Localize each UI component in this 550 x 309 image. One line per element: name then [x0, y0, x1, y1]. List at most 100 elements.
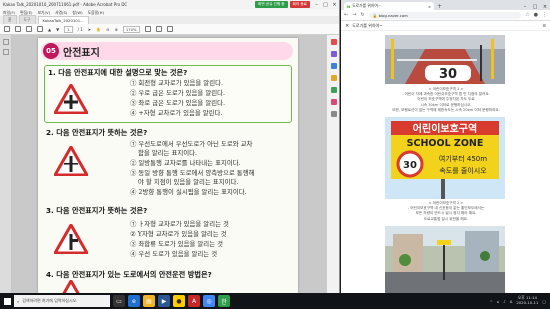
priority-road-sign-icon [54, 146, 88, 176]
more-tools-icon[interactable] [330, 111, 337, 117]
question-1-option-1: ① 회전형 교차로가 있음을 알린다. [130, 79, 223, 87]
page-number-field[interactable]: 1 [64, 25, 73, 33]
menu-help[interactable]: 도움말(H) [88, 10, 104, 16]
zoom-app-icon[interactable]: ▶ [158, 295, 170, 307]
sign-line-3: 여기부터 450m [439, 154, 487, 163]
pdf-toolbar: ▲ ▼ 1 / 1 ➤ ✋ ⊖ ⊕ 170% [0, 24, 339, 35]
comment-icon[interactable] [155, 26, 162, 32]
question-3-title: 3. 다음 안전표지가 뜻하는 것은? [46, 206, 148, 215]
create-pdf-icon[interactable] [330, 63, 337, 69]
star-icon[interactable]: ☆ [525, 12, 529, 18]
browser-close-icon[interactable]: × [540, 4, 550, 10]
fill-sign-icon[interactable] [330, 99, 337, 105]
zoom-in-icon[interactable]: ⊕ [114, 27, 117, 32]
screen-share-badge[interactable]: 화면 공유 진행 중 [255, 1, 288, 8]
back-icon[interactable]: ← [344, 12, 348, 18]
pdf-menubar: 파일(F) 편집(E) 보기(V) 서명(S) 창(W) 도움말(H) [0, 9, 339, 16]
organize-icon[interactable] [330, 87, 337, 93]
question-1-option-2: ② 우로 굽은 도로가 있음을 알린다. [130, 89, 226, 97]
blog-menu-icon[interactable]: ☰ [542, 23, 546, 28]
address-text: blog.naver.com [378, 12, 408, 18]
caption-2: < 어린이보호구역 2 > - 어린이보호구역 내 신호등이 없는 횡단보도에서… [351, 201, 541, 222]
sign-line-1: 어린이보호구역 [413, 122, 477, 135]
clock-date: 2020-10-11 [516, 300, 539, 305]
menu-sign[interactable]: 서명(S) [55, 10, 67, 16]
page-total: / 1 [77, 26, 83, 32]
hand-icon[interactable]: ✋ [96, 27, 101, 32]
caption-2-line-4: 도로교통법 일시 위반을 해요. [423, 216, 469, 221]
prev-page-icon[interactable]: ▲ [48, 27, 51, 32]
warning-sign-icon [62, 280, 80, 293]
address-bar[interactable]: 🔒 blog.naver.com [368, 11, 522, 19]
close-icon[interactable]: × [330, 2, 339, 8]
sign-speed-limit: 30 [403, 160, 417, 171]
profile-icon[interactable]: ● [534, 12, 538, 18]
acrobat-icon[interactable]: A [188, 295, 200, 307]
zoom-field[interactable]: 170% [122, 25, 140, 33]
question-2-option-2: ② 일방통행 교차로를 나타내는 표지이다. [130, 159, 241, 167]
blog-header: × 도로가를 위하여~ ☰ [341, 21, 550, 31]
start-button[interactable] [0, 293, 14, 309]
tab-document[interactable]: KakaoTalk_2020101... [37, 16, 89, 24]
menu-window[interactable]: 창(W) [72, 10, 82, 16]
ime-icon[interactable]: A [510, 299, 513, 304]
hangul-icon[interactable]: 한 [218, 295, 230, 307]
print-icon[interactable] [15, 26, 21, 32]
forward-icon[interactable]: → [352, 12, 356, 18]
thumbnail-icon[interactable] [3, 49, 9, 55]
save-icon[interactable] [4, 26, 10, 32]
edit-pdf-icon[interactable] [330, 51, 337, 57]
maximize-icon[interactable]: □ [321, 2, 330, 8]
task-view-icon[interactable]: ▭ [113, 295, 125, 307]
sign-line-2: SCHOOL ZONE [407, 138, 484, 149]
pdf-canvas[interactable]: 05 안전표지 1. 다음 안전표지에 대한 설명으로 맞는 것은? ① 회전형… [12, 35, 326, 293]
pdf-titlebar: Kakao Talk_20201010_200711061.pdf - Adob… [0, 0, 339, 9]
browser-tab[interactable]: N 도로가를 위하여~ × [344, 2, 434, 10]
fit-page-icon[interactable] [144, 26, 151, 32]
pdf-tools-rail [326, 35, 339, 293]
next-page-icon[interactable]: ▼ [56, 27, 59, 32]
volume-icon[interactable]: ♪ [503, 299, 505, 304]
pdf-body: 05 안전표지 1. 다음 안전표지에 대한 설명으로 맞는 것은? ① 회전형… [0, 35, 339, 293]
edge-icon[interactable]: e [128, 295, 140, 307]
menu-view[interactable]: 보기(V) [38, 10, 51, 16]
browser-maximize-icon[interactable]: □ [530, 4, 540, 10]
tray-up-icon[interactable]: ^ [490, 299, 493, 304]
minimize-icon[interactable]: – [312, 2, 321, 8]
question-2-option-1: ① 우선도로에서 우선도로가 아닌 도로와 교차 [130, 140, 253, 148]
highlight-icon[interactable] [166, 26, 173, 32]
file-explorer-icon[interactable]: ▤ [143, 295, 155, 307]
reload-icon[interactable]: ↻ [360, 12, 364, 18]
question-4-title: 4. 다음 안전표지가 있는 도로에서의 안전운전 방법은? [46, 270, 212, 279]
kakaotalk-icon[interactable]: ● [173, 295, 185, 307]
new-tab-button[interactable]: + [437, 3, 442, 10]
tab-close-icon[interactable]: × [428, 4, 431, 9]
bookmark-icon[interactable] [3, 39, 9, 45]
menu-dots-icon[interactable]: ⋮ [542, 12, 547, 18]
tab-home[interactable]: 홈 [3, 15, 17, 24]
end-meeting-button[interactable]: 회의 종료 [289, 1, 310, 8]
browser-minimize-icon[interactable]: – [520, 4, 530, 10]
notification-icon[interactable]: ▢ [542, 299, 546, 304]
comment-tool-icon[interactable] [330, 75, 337, 81]
mail-icon[interactable] [26, 26, 32, 32]
search-icon[interactable] [37, 26, 43, 32]
blog-name: 도로가를 위하여~ [352, 22, 383, 28]
browser-toolbar: ← → ↻ 🔒 blog.naver.com ☆ ● ⋮ [341, 10, 550, 21]
question-2-option-3: ③ 동일 방향 통행 도로에서 양측방으로 통행해 [130, 169, 255, 177]
taskbar-search[interactable]: ⌕ 검색하려면 여기에 입력하십시오. [14, 295, 110, 307]
question-2-option-4: ④ 2방향 통행이 실시됨을 알리는 표지이다. [130, 188, 247, 196]
caption-1-line-5: 또한, 보행로선이 없는 구역에 제한속도는 시속 20km 이하 운행하여요. [392, 107, 500, 112]
export-pdf-icon[interactable] [330, 39, 337, 45]
tab-tools[interactable]: 도구 [18, 15, 36, 24]
blog-page: × 도로가를 위하여~ ☰ 30 < 어린이보호구역 1 > - 어린이 차에 … [341, 21, 550, 293]
clock[interactable]: 오후 11:14 2020-10-11 [516, 296, 538, 305]
section-number: 05 [43, 43, 59, 59]
network-icon[interactable]: ⌂ [497, 299, 499, 304]
pointer-icon[interactable]: ➤ [88, 27, 91, 32]
chrome-icon[interactable]: ◎ [203, 295, 215, 307]
taskbar-search-icon: ⌕ [17, 298, 20, 304]
close-blog-icon[interactable]: × [345, 23, 349, 29]
lock-icon: 🔒 [372, 12, 378, 18]
zoom-out-icon[interactable]: ⊖ [106, 27, 109, 32]
